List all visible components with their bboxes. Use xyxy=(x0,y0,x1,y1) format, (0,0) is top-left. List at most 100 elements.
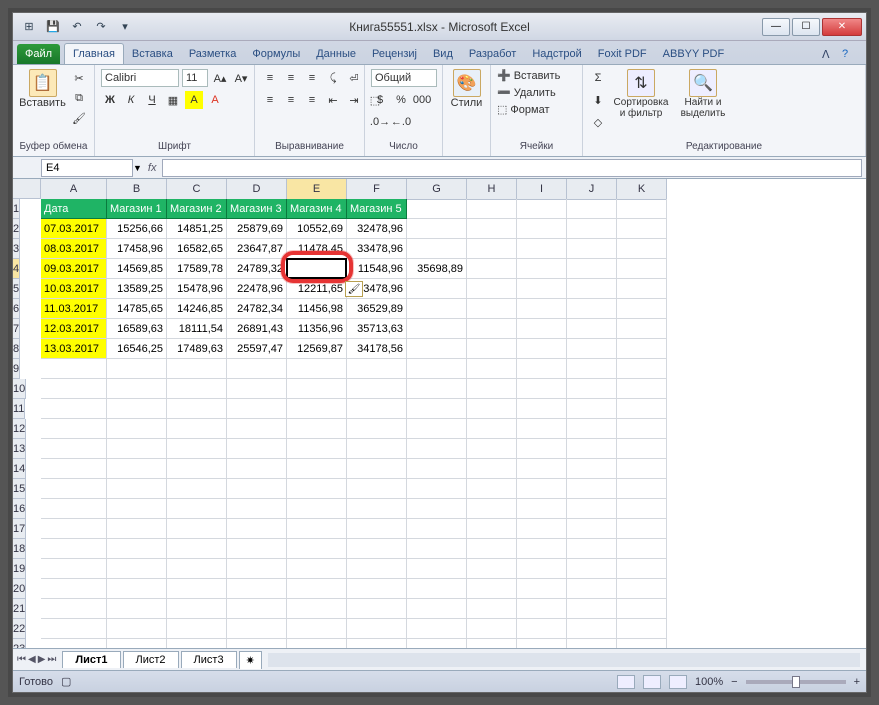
cell-J6[interactable] xyxy=(567,299,617,319)
zoom-in-button[interactable]: + xyxy=(854,676,860,688)
cell-A17[interactable] xyxy=(41,519,107,539)
decrease-font-icon[interactable]: A▾ xyxy=(232,69,250,87)
cell-D11[interactable] xyxy=(227,399,287,419)
cell-C16[interactable] xyxy=(167,499,227,519)
row-header-16[interactable]: 16 xyxy=(13,499,26,519)
save-icon[interactable]: 💾 xyxy=(43,17,63,37)
cell-J2[interactable] xyxy=(567,219,617,239)
column-header-D[interactable]: D xyxy=(227,179,287,200)
cell-G11[interactable] xyxy=(407,399,467,419)
cell-J1[interactable] xyxy=(567,199,617,219)
cell-B12[interactable] xyxy=(107,419,167,439)
column-header-K[interactable]: K xyxy=(617,179,667,200)
cell-A22[interactable] xyxy=(41,619,107,639)
tab-developer[interactable]: Разработ xyxy=(461,44,524,64)
currency-icon[interactable]: $ xyxy=(371,91,389,109)
delete-cells-button[interactable]: ➖Удалить xyxy=(497,86,556,99)
sheet-tab-2[interactable]: Лист2 xyxy=(123,651,179,668)
cell-G5[interactable] xyxy=(407,279,467,299)
cell-F14[interactable] xyxy=(347,459,407,479)
cell-B5[interactable]: 13589,25 xyxy=(107,279,167,299)
cell-I9[interactable] xyxy=(517,359,567,379)
format-painter-icon[interactable]: 🖌 xyxy=(70,109,88,127)
sheet-last-icon[interactable]: ⏭ xyxy=(47,654,56,665)
cell-G20[interactable] xyxy=(407,579,467,599)
find-select-button[interactable]: 🔍 Найти и выделить xyxy=(675,69,731,119)
cell-G2[interactable] xyxy=(407,219,467,239)
tab-layout[interactable]: Разметка xyxy=(181,44,245,64)
cell-H12[interactable] xyxy=(467,419,517,439)
cell-G23[interactable] xyxy=(407,639,467,648)
tab-review[interactable]: Рецензиј xyxy=(364,44,425,64)
name-box[interactable]: E4 xyxy=(41,159,133,177)
column-header-A[interactable]: A xyxy=(41,179,107,200)
cell-I13[interactable] xyxy=(517,439,567,459)
row-header-20[interactable]: 20 xyxy=(13,579,26,599)
cell-F1[interactable]: Магазин 5 xyxy=(347,199,407,219)
cell-I6[interactable] xyxy=(517,299,567,319)
cell-C2[interactable]: 14851,25 xyxy=(167,219,227,239)
cell-I11[interactable] xyxy=(517,399,567,419)
tab-foxit[interactable]: Foxit PDF xyxy=(590,44,655,64)
increase-font-icon[interactable]: A▴ xyxy=(211,69,229,87)
cell-J19[interactable] xyxy=(567,559,617,579)
cell-D21[interactable] xyxy=(227,599,287,619)
cell-F12[interactable] xyxy=(347,419,407,439)
cell-D20[interactable] xyxy=(227,579,287,599)
cell-E8[interactable]: 12569,87 xyxy=(287,339,347,359)
row-header-12[interactable]: 12 xyxy=(13,419,26,439)
wrap-text-icon[interactable]: ⏎ xyxy=(345,69,363,87)
cell-I20[interactable] xyxy=(517,579,567,599)
cell-I2[interactable] xyxy=(517,219,567,239)
row-header-14[interactable]: 14 xyxy=(13,459,26,479)
cell-I19[interactable] xyxy=(517,559,567,579)
cell-I4[interactable] xyxy=(517,259,567,279)
cell-E16[interactable] xyxy=(287,499,347,519)
fill-icon[interactable]: ⬇ xyxy=(589,91,607,109)
fill-color-icon[interactable]: A xyxy=(185,91,203,109)
row-header-18[interactable]: 18 xyxy=(13,539,26,559)
cell-F15[interactable] xyxy=(347,479,407,499)
cell-F20[interactable] xyxy=(347,579,407,599)
cell-F6[interactable]: 36529,89 xyxy=(347,299,407,319)
zoom-out-button[interactable]: − xyxy=(731,676,737,688)
decrease-indent-icon[interactable]: ⇤ xyxy=(324,91,342,109)
bold-button[interactable]: Ж xyxy=(101,91,119,109)
cell-E4[interactable] xyxy=(287,259,347,279)
sheet-prev-icon[interactable]: ◀ xyxy=(28,654,36,665)
cell-E6[interactable]: 11456,98 xyxy=(287,299,347,319)
increase-indent-icon[interactable]: ⇥ xyxy=(345,91,363,109)
cell-J14[interactable] xyxy=(567,459,617,479)
row-header-8[interactable]: 8 xyxy=(13,339,20,359)
paste-options-smart-tag[interactable]: 🖌 xyxy=(345,281,363,297)
cell-G12[interactable] xyxy=(407,419,467,439)
align-bottom-icon[interactable]: ≡ xyxy=(303,69,321,87)
cell-C18[interactable] xyxy=(167,539,227,559)
cell-G3[interactable] xyxy=(407,239,467,259)
macro-record-icon[interactable]: ▢ xyxy=(61,675,71,688)
cell-K10[interactable] xyxy=(617,379,667,399)
cell-A16[interactable] xyxy=(41,499,107,519)
row-header-21[interactable]: 21 xyxy=(13,599,26,619)
cell-A6[interactable]: 11.03.2017 xyxy=(41,299,107,319)
tab-data[interactable]: Данные xyxy=(308,44,364,64)
column-header-I[interactable]: I xyxy=(517,179,567,200)
cell-K22[interactable] xyxy=(617,619,667,639)
page-layout-view-button[interactable] xyxy=(643,675,661,689)
cell-E18[interactable] xyxy=(287,539,347,559)
cell-E19[interactable] xyxy=(287,559,347,579)
sheet-tab-1[interactable]: Лист1 xyxy=(62,651,120,668)
cell-H2[interactable] xyxy=(467,219,517,239)
row-header-3[interactable]: 3 xyxy=(13,239,20,259)
italic-button[interactable]: К xyxy=(122,91,140,109)
cell-C20[interactable] xyxy=(167,579,227,599)
cell-B13[interactable] xyxy=(107,439,167,459)
cell-J5[interactable] xyxy=(567,279,617,299)
cell-E23[interactable] xyxy=(287,639,347,648)
cell-E22[interactable] xyxy=(287,619,347,639)
cell-H3[interactable] xyxy=(467,239,517,259)
cell-H4[interactable] xyxy=(467,259,517,279)
column-header-F[interactable]: F xyxy=(347,179,407,200)
cell-A1[interactable]: Дата xyxy=(41,199,107,219)
cell-D23[interactable] xyxy=(227,639,287,648)
